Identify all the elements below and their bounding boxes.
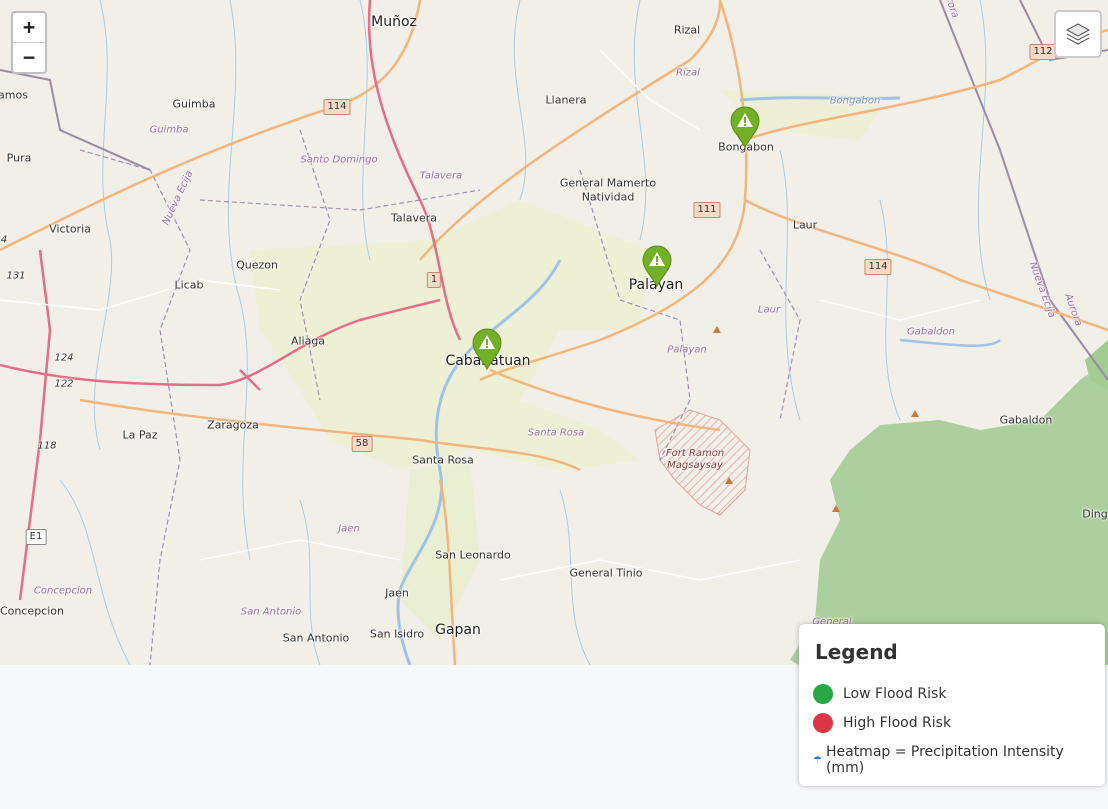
road-label: 131 [6, 270, 26, 282]
raindrop-icon: ☂ [813, 754, 822, 766]
place-label: Muñoz [371, 14, 417, 30]
warning-icon [730, 106, 760, 149]
legend-low-risk: Low Flood Risk [813, 684, 946, 704]
admin-label: Laur [757, 304, 781, 316]
admin-label: Santo Domingo [300, 154, 378, 166]
place-label: Jaen [385, 586, 409, 600]
place-label: Laur [792, 218, 818, 232]
road-label: 118 [37, 440, 57, 452]
high-risk-dot-icon [813, 713, 833, 733]
warning-icon [472, 328, 502, 371]
admin-label: Rizal [676, 67, 700, 79]
road-shield: E1 [25, 529, 47, 545]
road-shield: 114 [323, 99, 351, 115]
admin-label: San Antonio [240, 606, 302, 618]
warning-icon [642, 245, 672, 288]
admin-label: Santa Rosa [527, 427, 585, 439]
marker-bongabon[interactable] [730, 106, 760, 149]
place-label: Licab [174, 278, 204, 292]
road-shield: 112 [1029, 44, 1057, 60]
road-shield: 58 [351, 436, 373, 452]
road-shield: 111 [693, 202, 721, 218]
place-label: Gabaldon [999, 413, 1053, 427]
admin-label: Talavera [419, 170, 463, 182]
protected-area-label: Fort Ramon Magsaysay [665, 448, 725, 471]
zoom-in-button[interactable]: + [13, 13, 45, 42]
layers-button[interactable] [1054, 10, 1102, 58]
legend-heatmap-label: Heatmap = Precipitation Intensity (mm) [825, 744, 1064, 776]
admin-label: Gabaldon [907, 326, 955, 338]
legend-high-label: High Flood Risk [843, 715, 952, 731]
road-label: 4 [0, 234, 8, 246]
place-label: Concepcion [0, 604, 64, 618]
place-label: Talavera [391, 211, 437, 225]
place-label: Gapan [435, 622, 481, 638]
place-label: La Paz [122, 428, 158, 442]
legend-high-risk: High Flood Risk [813, 713, 951, 733]
place-label: Santa Rosa [412, 453, 474, 467]
admin-label: Guimba [149, 124, 189, 136]
zoom-control: + − [11, 11, 47, 74]
legend-heatmap: ☂ Heatmap = Precipitation Intensity (mm) [813, 744, 1105, 776]
legend-low-label: Low Flood Risk [843, 686, 947, 702]
low-risk-dot-icon [813, 684, 833, 704]
legend-panel: Legend Low Flood Risk High Flood Risk ☂ … [799, 624, 1105, 786]
place-label: Zaragoza [207, 418, 259, 432]
admin-label: Concepcion [33, 585, 93, 597]
place-label: Llanera [545, 93, 587, 107]
zoom-out-button[interactable]: − [13, 42, 45, 72]
place-label: Aliaga [290, 334, 326, 348]
road-label: 122 [54, 378, 74, 390]
place-label: San Isidro [369, 627, 425, 641]
place-label: San Leonardo [435, 548, 511, 562]
place-label: Ding [1082, 507, 1108, 521]
place-label: General Mamerto [559, 176, 657, 190]
place-label: Quezon [236, 258, 278, 272]
place-label: General Tinio [569, 566, 643, 580]
place-label: Victoria [49, 222, 91, 236]
water-label: Bongabon [829, 95, 881, 107]
layers-icon [1065, 23, 1091, 45]
marker-cabanatuan[interactable] [472, 328, 502, 371]
road-shield: 1 [426, 272, 442, 288]
map-view[interactable]: 114 112 111 114 1 58 124 122 118 131 4 E… [0, 0, 1108, 665]
place-label: Rizal [673, 23, 701, 37]
place-label: Guimba [172, 97, 216, 111]
admin-label: Jaen [338, 523, 360, 535]
place-label: San Antonio [282, 631, 350, 645]
road-shield: 114 [864, 259, 892, 275]
place-label: Pura [6, 151, 32, 165]
marker-palayan[interactable] [642, 245, 672, 288]
place-label: amos [0, 88, 28, 102]
admin-label: Palayan [667, 344, 707, 356]
legend-title: Legend [815, 640, 898, 664]
road-label: 124 [54, 352, 74, 364]
place-label: Natividad [581, 190, 635, 204]
